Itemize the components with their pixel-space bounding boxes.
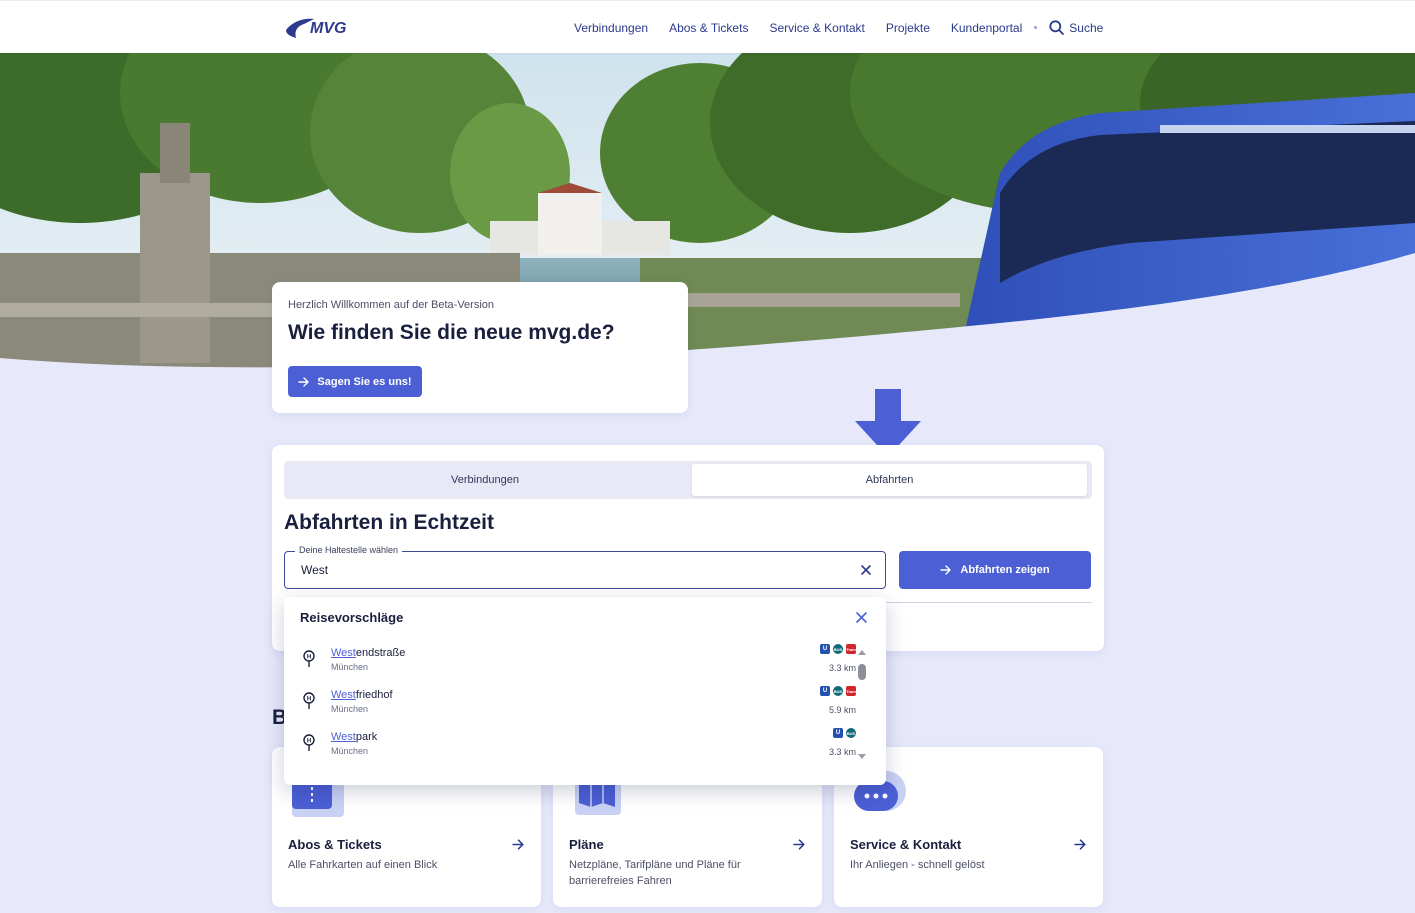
arrow-right-icon bbox=[512, 839, 524, 850]
arrow-right-icon bbox=[1074, 839, 1086, 850]
search-label: Suche bbox=[1069, 20, 1104, 35]
show-departures-button[interactable]: Abfahrten zeigen bbox=[899, 551, 1091, 589]
ubahn-icon: U bbox=[820, 644, 830, 654]
nav-verbindungen[interactable]: Verbindungen bbox=[574, 21, 648, 35]
feedback-button[interactable]: Sagen Sie es uns! bbox=[288, 366, 422, 397]
tab-verbindungen[interactable]: Verbindungen bbox=[287, 464, 683, 496]
line-badges: U BUS Tram bbox=[820, 686, 856, 696]
show-departures-label: Abfahrten zeigen bbox=[960, 564, 1050, 576]
line-badges: U BUS Tram bbox=[820, 644, 856, 654]
svg-text:H: H bbox=[307, 697, 311, 703]
suggestions-title: Reisevorschläge bbox=[300, 610, 404, 625]
mode-tabs: Verbindungen Abfahrten bbox=[284, 461, 1092, 499]
suggestion-city: München bbox=[331, 746, 369, 756]
suggestion-name: Westendstraße bbox=[331, 647, 406, 659]
nav-projekte[interactable]: Projekte bbox=[886, 21, 930, 35]
suggestion-distance: 3.3 km bbox=[828, 747, 856, 757]
feedback-button-label: Sagen Sie es uns! bbox=[317, 375, 412, 388]
tram-icon: Tram bbox=[846, 644, 856, 654]
suggestion-distance: 5.9 km bbox=[828, 705, 856, 715]
suggestion-item[interactable]: H Westendstraße München U BUS Tram 3.3 k… bbox=[284, 642, 874, 684]
nav-separator bbox=[1034, 26, 1038, 29]
line-badges: U BUS bbox=[833, 728, 856, 738]
site-header: MVG Verbindungen Abos & Tickets Service … bbox=[0, 0, 1415, 53]
ubahn-icon: U bbox=[833, 728, 843, 738]
svg-text:H: H bbox=[307, 655, 311, 661]
suggestion-city: München bbox=[331, 704, 369, 714]
stop-pin-icon: H bbox=[303, 650, 315, 667]
stop-field-label: Deine Haltestelle wählen bbox=[295, 545, 403, 555]
logo-text: MVG bbox=[310, 20, 346, 37]
suggestions-scrollbar[interactable] bbox=[857, 647, 867, 762]
main-nav: Verbindungen Abos & Tickets Service & Ko… bbox=[574, 20, 1103, 35]
nav-kundenportal[interactable]: Kundenportal bbox=[951, 21, 1022, 35]
clear-icon[interactable] bbox=[859, 563, 873, 577]
tile-description: Alle Fahrkarten auf einen Blick bbox=[288, 859, 438, 871]
suggestion-name: Westfriedhof bbox=[331, 689, 393, 701]
stop-pin-icon: H bbox=[303, 734, 315, 751]
bus-icon: BUS bbox=[833, 644, 843, 654]
beta-title: Wie finden Sie die neue mvg.de? bbox=[288, 321, 615, 344]
beta-feedback-card: Herzlich Willkommen auf der Beta-Version… bbox=[272, 282, 688, 413]
arrow-right-icon bbox=[940, 565, 952, 575]
arrow-right-icon bbox=[793, 839, 805, 850]
suggestion-item[interactable]: H Westfriedhof München U BUS Tram 5.9 km bbox=[284, 684, 874, 726]
suggestions-dropdown: Reisevorschläge H Westendstraße München … bbox=[284, 597, 886, 785]
beta-subtitle: Herzlich Willkommen auf der Beta-Version bbox=[288, 299, 495, 311]
bus-icon: BUS bbox=[846, 728, 856, 738]
svg-text:H: H bbox=[307, 739, 311, 745]
arrow-right-icon bbox=[298, 376, 310, 387]
nav-service-kontakt[interactable]: Service & Kontakt bbox=[769, 21, 864, 35]
suggestion-name: Westpark bbox=[331, 731, 378, 743]
scroll-thumb[interactable] bbox=[858, 664, 866, 680]
departures-title: Abfahrten in Echtzeit bbox=[284, 511, 495, 534]
stop-input[interactable] bbox=[301, 563, 841, 577]
nav-search-button[interactable]: Suche bbox=[1049, 20, 1103, 35]
suggestion-item[interactable]: H Westpark München U BUS 3.3 km bbox=[284, 726, 874, 768]
nav-abos-tickets[interactable]: Abos & Tickets bbox=[669, 21, 748, 35]
mvg-logo[interactable]: MVG bbox=[284, 16, 374, 42]
bus-icon: BUS bbox=[833, 686, 843, 696]
suggestion-distance: 3.3 km bbox=[828, 663, 856, 673]
suggestion-city: München bbox=[331, 662, 369, 672]
search-icon bbox=[1049, 20, 1065, 35]
scroll-down-icon[interactable] bbox=[858, 754, 866, 759]
stop-field: Deine Haltestelle wählen bbox=[284, 545, 886, 589]
tile-description: Ihr Anliegen - schnell gelöst bbox=[850, 859, 985, 871]
ubahn-icon: U bbox=[820, 686, 830, 696]
hero-image bbox=[0, 53, 1415, 373]
tile-title: Service & Kontakt bbox=[850, 837, 962, 852]
tile-title: Abos & Tickets bbox=[288, 837, 382, 852]
tram-icon: Tram bbox=[846, 686, 856, 696]
stop-pin-icon: H bbox=[303, 692, 315, 709]
tab-abfahrten[interactable]: Abfahrten bbox=[692, 464, 1087, 496]
tile-title: Pläne bbox=[569, 837, 604, 852]
tile-description: Netzpläne, Tarifpläne und Pläne für barr… bbox=[569, 859, 741, 887]
scroll-up-icon[interactable] bbox=[858, 650, 866, 655]
close-icon[interactable] bbox=[855, 611, 868, 624]
